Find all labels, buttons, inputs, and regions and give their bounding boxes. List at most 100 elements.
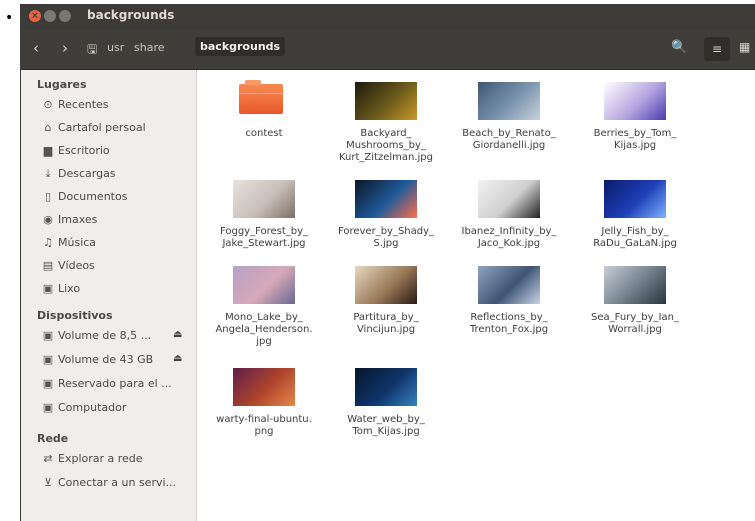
file-name: warty-final-ubuntu. png <box>216 414 312 437</box>
drive-icon: ▣ <box>42 353 54 366</box>
lugares-item[interactable]: ⤓ Descargas <box>41 167 196 185</box>
folder-icon <box>239 80 283 114</box>
file-name: Water_web_by_ Tom_Kijas.jpg <box>347 414 425 437</box>
file-name: Forever_by_Shady_ S.jpg <box>337 226 435 249</box>
eject-icon[interactable]: ⏏ <box>173 329 182 340</box>
image-thumbnail <box>604 266 666 304</box>
back-button[interactable]: ‹ <box>33 39 39 57</box>
lugares-item[interactable]: ▤ Vídeos <box>41 259 196 277</box>
file-name: Foggy_Forest_by_ Jake_Stewart.jpg <box>219 226 309 249</box>
file-name: Reflections_by_ Trenton_Fox.jpg <box>469 312 549 335</box>
dispositivos-item[interactable]: ▣ Volume de 43 GB ⏏ <box>41 353 196 371</box>
dispositivos-item[interactable]: ▣ Computador <box>41 401 196 419</box>
desktop-icon: ▆ <box>43 144 53 157</box>
list-view-button[interactable]: ≡ <box>704 37 730 61</box>
file-name: Mono_Lake_by_ Angela_Henderson. jpg <box>215 312 313 347</box>
dispositivos-item-label: Computador <box>58 401 127 414</box>
image-thumbnail <box>478 82 540 120</box>
file-name: Sea_Fury_by_Ian_ Worrall.jpg <box>591 312 679 335</box>
search-icon: 🔍 <box>671 40 688 55</box>
chevron-right-icon: › <box>62 39 68 57</box>
file-name: contest <box>245 128 283 139</box>
image-thumbnail <box>233 180 295 218</box>
file-name: Beach_by_Renato_ Giordanelli.jpg <box>462 128 556 151</box>
eject-icon[interactable]: ⏏ <box>173 353 182 364</box>
section-heading-rede: Rede <box>37 432 69 445</box>
toolbar: ‹ › 🖫 usr share backgrounds 🔍 ≡ ▦ <box>21 29 755 70</box>
lugares-item-label: Música <box>58 236 97 249</box>
image-thumbnail <box>355 368 417 406</box>
file-grid: contest Backyard_ Mushrooms_by_ Kurt_Zitz… <box>197 70 755 521</box>
lugares-item-label: Vídeos <box>58 259 95 272</box>
lugares-item[interactable]: ▣ Lixo <box>41 282 196 300</box>
disk-button[interactable]: 🖫 <box>87 40 97 61</box>
image-thumbnail <box>355 82 417 120</box>
minimize-window-button[interactable] <box>44 10 56 22</box>
drive-icon: ▣ <box>42 377 54 390</box>
image-thumbnail <box>355 180 417 218</box>
camera-icon: ◉ <box>43 213 53 226</box>
lugares-item[interactable]: ⊙ Recentes <box>41 98 196 116</box>
file-name: Ibanez_Infinity_by_ Jaco_Kok.jpg <box>461 226 557 249</box>
grid-view-button[interactable]: ▦ <box>739 40 750 54</box>
file-name: Berries_by_Tom_ Kijas.jpg <box>593 128 677 151</box>
lugares-item-label: Lixo <box>58 282 81 295</box>
lugares-item-label: Cartafol persoal <box>58 121 146 134</box>
image-thumbnail <box>478 266 540 304</box>
file-name: Partitura_by_ Vincijun.jpg <box>353 312 419 335</box>
dispositivos-item[interactable]: ▣ Reservado para el ... <box>41 377 196 395</box>
document-icon: ▯ <box>44 190 52 203</box>
bullet-point: • <box>5 10 14 26</box>
grid-icon: ▦ <box>739 40 751 54</box>
title-bar: × backgrounds <box>21 4 755 29</box>
list-icon: ≡ <box>711 42 723 56</box>
forward-button[interactable]: › <box>62 39 68 57</box>
lugares-item[interactable]: ▆ Escritorio <box>41 144 196 162</box>
rede-item-label: Explorar a rede <box>58 452 143 465</box>
lugares-item-label: Documentos <box>58 190 128 203</box>
section-heading-dispositivos: Dispositivos <box>37 309 113 322</box>
trash-icon: ▣ <box>42 282 54 295</box>
lugares-item[interactable]: ⌂ Cartafol persoal <box>41 121 196 139</box>
dispositivos-item-label: Volume de 43 GB <box>58 353 154 366</box>
image-thumbnail <box>604 82 666 120</box>
breadcrumb-usr[interactable]: usr <box>107 41 124 54</box>
window-title: backgrounds <box>87 8 175 22</box>
disk-icon: 🖫 <box>87 42 98 56</box>
sidebar: Lugares ⊙ Recentes ⌂ Cartafol persoal ▆ Escri… <box>21 70 197 521</box>
dispositivos-item-label: Reservado para el ... <box>58 377 172 390</box>
lugares-item[interactable]: ♫ Música <box>41 236 196 254</box>
lugares-item-label: Escritorio <box>58 144 110 157</box>
section-heading-lugares: Lugares <box>37 78 87 91</box>
download-icon: ⤓ <box>45 167 51 180</box>
dispositivos-item-label: Volume de 8,5 ... <box>58 329 152 342</box>
rede-item-label: Conectar a un servi... <box>58 476 177 489</box>
rede-item[interactable]: ⊻ Conectar a un servi... <box>41 476 196 494</box>
film-icon: ▤ <box>42 259 54 272</box>
image-thumbnail <box>355 266 417 304</box>
lugares-item-label: Imaxes <box>58 213 98 226</box>
lugares-item[interactable]: ◉ Imaxes <box>41 213 196 231</box>
breadcrumb-backgrounds[interactable]: backgrounds <box>195 37 286 56</box>
close-icon: × <box>31 11 39 21</box>
file-manager-window: × backgrounds ‹ › 🖫 usr share background… <box>20 4 755 521</box>
image-thumbnail <box>604 180 666 218</box>
chevron-left-icon: ‹ <box>33 39 39 57</box>
rede-item[interactable]: ⇄ Explorar a rede <box>41 452 196 470</box>
lugares-item[interactable]: ▯ Documentos <box>41 190 196 208</box>
image-thumbnail <box>478 180 540 218</box>
close-window-button[interactable]: × <box>29 10 41 22</box>
network-icon: ⇄ <box>43 452 53 465</box>
server-icon: ⊻ <box>43 476 53 489</box>
home-icon: ⌂ <box>44 121 52 134</box>
music-icon: ♫ <box>43 236 53 249</box>
lugares-item-label: Descargas <box>58 167 116 180</box>
search-button[interactable]: 🔍 <box>671 40 687 55</box>
maximize-window-button[interactable] <box>59 10 71 22</box>
file-name: Backyard_ Mushrooms_by_ Kurt_Zitzelman.j… <box>338 128 434 163</box>
dispositivos-item[interactable]: ▣ Volume de 8,5 ... ⏏ <box>41 329 196 347</box>
breadcrumb-share[interactable]: share <box>134 41 165 54</box>
image-thumbnail <box>233 266 295 304</box>
drive-icon: ▣ <box>42 401 54 414</box>
lugares-item-label: Recentes <box>58 98 109 111</box>
